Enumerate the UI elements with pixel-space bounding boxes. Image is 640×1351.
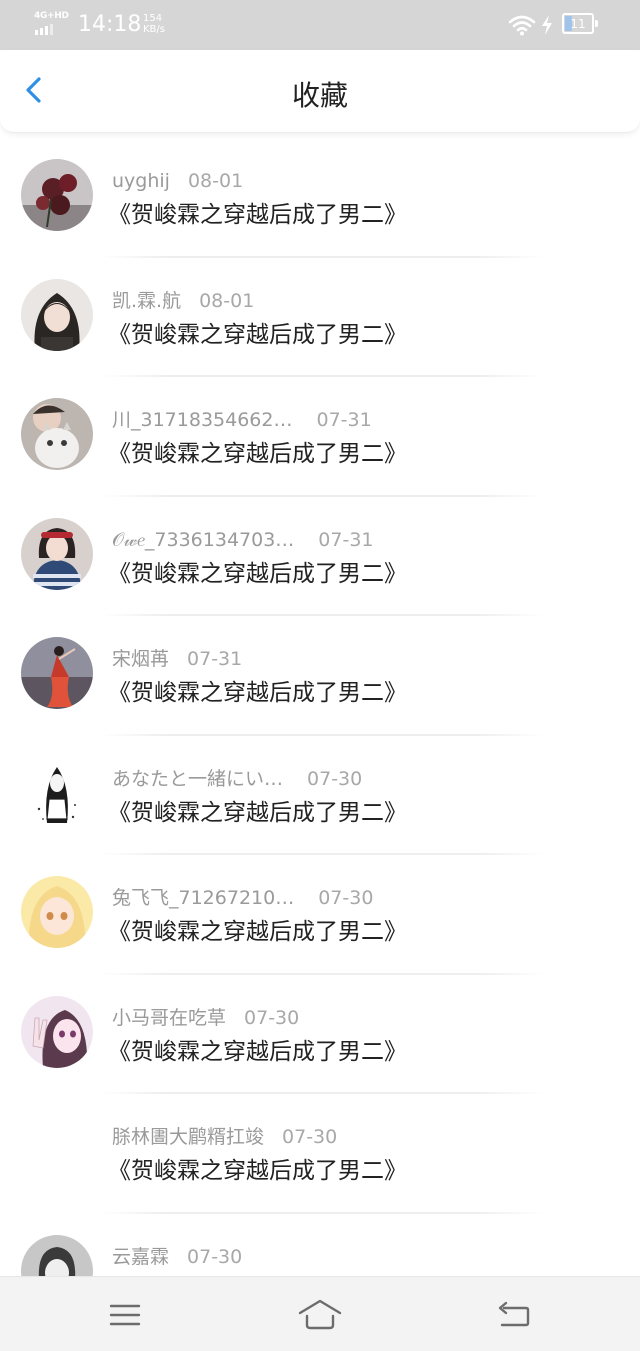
avatar[interactable]: [21, 398, 93, 470]
charging-icon: [542, 15, 552, 35]
item-username[interactable]: 小马哥在吃草: [112, 1005, 226, 1031]
item-username[interactable]: あなたと一緒にい…: [112, 766, 283, 792]
item-meta: あなたと一緒にい… 07-30: [112, 766, 362, 792]
list-item[interactable]: 兔飞飞_71267210… 07-30 《贺峻霖之穿越后成了男二》: [0, 855, 640, 975]
list-item[interactable]: 宋烟苒 07-31 《贺峻霖之穿越后成了男二》: [0, 616, 640, 736]
item-title[interactable]: 《贺峻霖之穿越后成了男二》: [108, 916, 407, 948]
item-meta: 川_31718354662… 07-31: [112, 407, 372, 433]
item-date: 08-01: [187, 170, 244, 192]
item-date: 07-30: [318, 887, 374, 909]
page-title: 收藏: [291, 79, 348, 112]
battery-icon: 11: [562, 13, 598, 34]
item-username[interactable]: uyghij: [112, 168, 170, 194]
item-username[interactable]: 𝒪𝓌𝑒_7336134703…: [112, 527, 294, 553]
network-speed-value: 154: [143, 13, 163, 24]
item-date: 07-30: [244, 1006, 300, 1029]
network-type: 4G+HD: [34, 11, 69, 21]
network-speed-unit: KB/s: [143, 24, 165, 35]
avatar[interactable]: [21, 159, 93, 231]
avatar[interactable]: [21, 1115, 93, 1187]
avatar[interactable]: [21, 756, 93, 829]
list-item[interactable]: 川_31718354662… 07-31 《贺峻霖之穿越后成了男二》: [0, 377, 640, 497]
item-date: 07-30: [307, 767, 363, 790]
item-meta: 小马哥在吃草 07-30: [112, 1005, 299, 1031]
battery-percent: 11: [570, 17, 586, 31]
item-date: 07-30: [282, 1126, 338, 1148]
item-meta: 云嘉霖 07-30: [112, 1244, 242, 1270]
signal-bars: [35, 24, 53, 35]
system-nav-bar: [0, 1276, 640, 1351]
item-meta: 兔飞飞_71267210… 07-30: [112, 885, 373, 911]
home-icon[interactable]: [296, 1291, 344, 1339]
item-username[interactable]: 云嘉霖: [112, 1244, 169, 1270]
item-meta: uyghij 08-01: [112, 168, 243, 194]
menu-icon[interactable]: [101, 1291, 149, 1339]
item-meta: 𝒪𝓌𝑒_7336134703… 07-31: [112, 527, 374, 553]
back-icon[interactable]: [490, 1291, 538, 1339]
list-item[interactable]: 脎林圕大鹛糈扛竣 07-30 《贺峻霖之穿越后成了男二》: [0, 1094, 640, 1214]
list-item[interactable]: uyghij 08-01 《贺峻霖之穿越后成了男二》: [0, 138, 640, 258]
item-username[interactable]: 川_31718354662…: [112, 407, 292, 433]
list-item[interactable]: 𝒪𝓌𝑒_7336134703… 07-31 《贺峻霖之穿越后成了男二》: [0, 497, 640, 616]
item-title[interactable]: 《贺峻霖之穿越后成了男二》: [108, 677, 407, 709]
item-title[interactable]: 《贺峻霖之穿越后成了男二》: [108, 438, 407, 470]
item-meta: 脎林圕大鹛糈扛竣 07-30: [112, 1124, 337, 1150]
item-date: 07-30: [187, 1245, 243, 1268]
network-speed: 154 KB/s: [143, 13, 165, 35]
favorites-list: uyghij 08-01 《贺峻霖之穿越后成了男二》 凯.霖.航 08-01 《贺峻…: [0, 138, 640, 1333]
item-date: 07-31: [187, 648, 243, 670]
list-item[interactable]: あなたと一緒にい… 07-30 《贺峻霖之穿越后成了男二》: [0, 736, 640, 855]
avatar[interactable]: [21, 995, 93, 1068]
item-title[interactable]: 《贺峻霖之穿越后成了男二》: [108, 1036, 407, 1068]
avatar[interactable]: [21, 278, 93, 351]
item-date: 07-31: [318, 528, 374, 551]
item-title[interactable]: 《贺峻霖之穿越后成了男二》: [108, 1155, 407, 1187]
item-meta: 凯.霖.航 08-01: [112, 288, 254, 314]
avatar[interactable]: [21, 876, 93, 948]
item-title[interactable]: 《贺峻霖之穿越后成了男二》: [108, 199, 407, 231]
avatar[interactable]: [21, 637, 93, 709]
item-date: 08-01: [199, 289, 255, 312]
app-screen: 4G+HD 14:18 154 KB/s 11 收藏 uyghij 08-01 …: [0, 0, 640, 1351]
status-bar: 4G+HD 14:18 154 KB/s 11: [0, 0, 640, 50]
list-item[interactable]: 小马哥在吃草 07-30 《贺峻霖之穿越后成了男二》: [0, 975, 640, 1094]
signal-icon: 4G+HD: [34, 12, 70, 36]
item-title[interactable]: 《贺峻霖之穿越后成了男二》: [108, 319, 407, 351]
list-item[interactable]: 凯.霖.航 08-01 《贺峻霖之穿越后成了男二》: [0, 258, 640, 377]
item-title[interactable]: 《贺峻霖之穿越后成了男二》: [108, 558, 407, 590]
avatar[interactable]: [21, 517, 93, 590]
item-date: 07-31: [316, 409, 372, 431]
status-time: 14:18: [78, 12, 142, 37]
item-title[interactable]: 《贺峻霖之穿越后成了男二》: [108, 797, 407, 829]
item-meta: 宋烟苒 07-31: [112, 646, 242, 672]
item-username[interactable]: 兔飞飞_71267210…: [112, 885, 294, 911]
wifi-icon: [508, 15, 536, 36]
item-username[interactable]: 凯.霖.航: [112, 288, 181, 314]
page-header: 收藏: [0, 50, 640, 133]
item-username[interactable]: 脎林圕大鹛糈扛竣: [112, 1124, 264, 1150]
item-username[interactable]: 宋烟苒: [112, 646, 169, 672]
